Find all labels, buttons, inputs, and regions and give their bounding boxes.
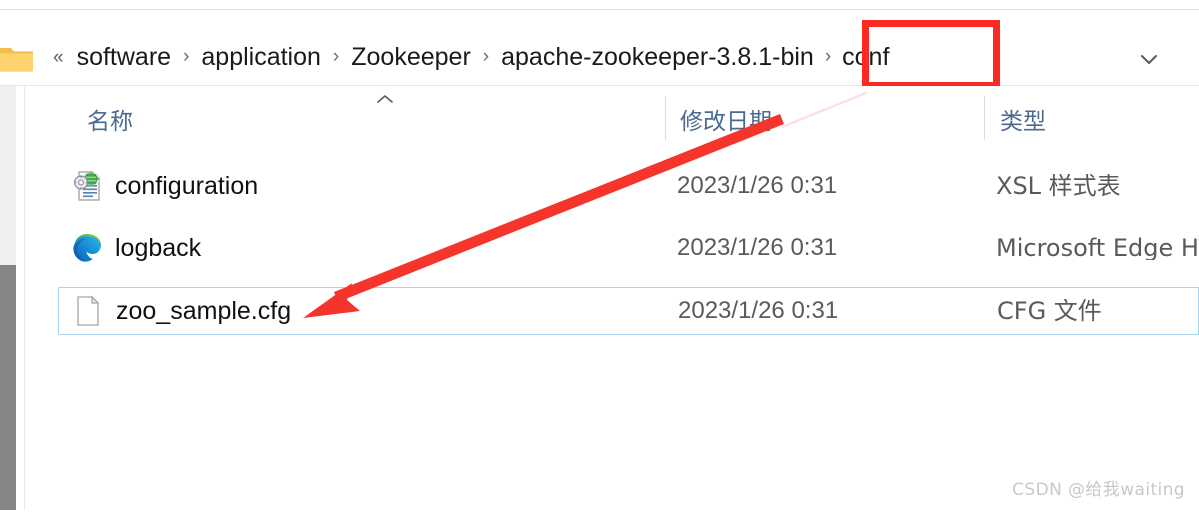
breadcrumb-item-application[interactable]: application (201, 45, 321, 70)
breadcrumb-item-zookeeper[interactable]: Zookeeper (351, 45, 471, 70)
xsl-stylesheet-icon (71, 170, 103, 202)
microsoft-edge-icon (71, 232, 103, 264)
file-type: CFG 文件 (997, 299, 1102, 323)
sort-ascending-icon (375, 92, 395, 104)
folder-icon (0, 45, 33, 72)
vertical-scrollbar[interactable] (0, 86, 16, 510)
table-row[interactable]: zoo_sample.cfg 2023/1/26 0:31 CFG 文件 (58, 287, 1199, 335)
file-date-modified: 2023/1/26 0:31 (677, 172, 838, 199)
watermark: CSDN @给我waiting (1012, 480, 1185, 500)
file-name[interactable]: configuration (115, 173, 258, 199)
content-left-gutter (16, 86, 24, 510)
address-bar[interactable]: « software › application › Zookeeper › a… (0, 10, 1199, 85)
file-name[interactable]: zoo_sample.cfg (116, 298, 291, 324)
column-divider[interactable] (984, 96, 985, 140)
file-date-modified: 2023/1/26 0:31 (677, 234, 838, 261)
column-header-type[interactable]: 类型 (1000, 111, 1046, 134)
column-header-date-modified[interactable]: 修改日期 (680, 111, 772, 134)
breadcrumb-item-conf[interactable]: conf (842, 45, 889, 70)
breadcrumb-separator-icon[interactable]: › (333, 46, 339, 68)
breadcrumb[interactable]: « software › application › Zookeeper › a… (53, 20, 889, 95)
column-header-name[interactable]: 名称 (87, 111, 133, 134)
table-row[interactable]: configuration 2023/1/26 0:31 XSL 样式表 (58, 162, 1199, 210)
breadcrumb-separator-icon[interactable]: › (183, 46, 189, 68)
file-type: XSL 样式表 (996, 174, 1121, 198)
breadcrumb-separator-icon[interactable]: › (483, 46, 489, 68)
breadcrumb-overflow-button[interactable]: « (53, 47, 64, 69)
generic-file-icon (72, 295, 104, 327)
breadcrumb-item-software[interactable]: software (77, 45, 171, 70)
breadcrumb-separator-icon[interactable]: › (825, 46, 831, 68)
scrollbar-thumb[interactable] (0, 265, 16, 510)
file-name[interactable]: logback (115, 235, 201, 261)
file-type: Microsoft Edge HT... (996, 236, 1199, 260)
breadcrumb-item-apache-zookeeper[interactable]: apache-zookeeper-3.8.1-bin (501, 45, 814, 70)
file-explorer-window: « software › application › Zookeeper › a… (0, 0, 1199, 510)
chevron-down-icon[interactable] (1136, 46, 1162, 72)
file-list: configuration 2023/1/26 0:31 XSL 样式表 log… (25, 150, 1199, 510)
table-row[interactable]: logback 2023/1/26 0:31 Microsoft Edge HT… (58, 224, 1199, 272)
column-divider[interactable] (665, 96, 666, 140)
file-date-modified: 2023/1/26 0:31 (678, 297, 839, 324)
column-header-row: 名称 修改日期 类型 (25, 86, 1199, 148)
